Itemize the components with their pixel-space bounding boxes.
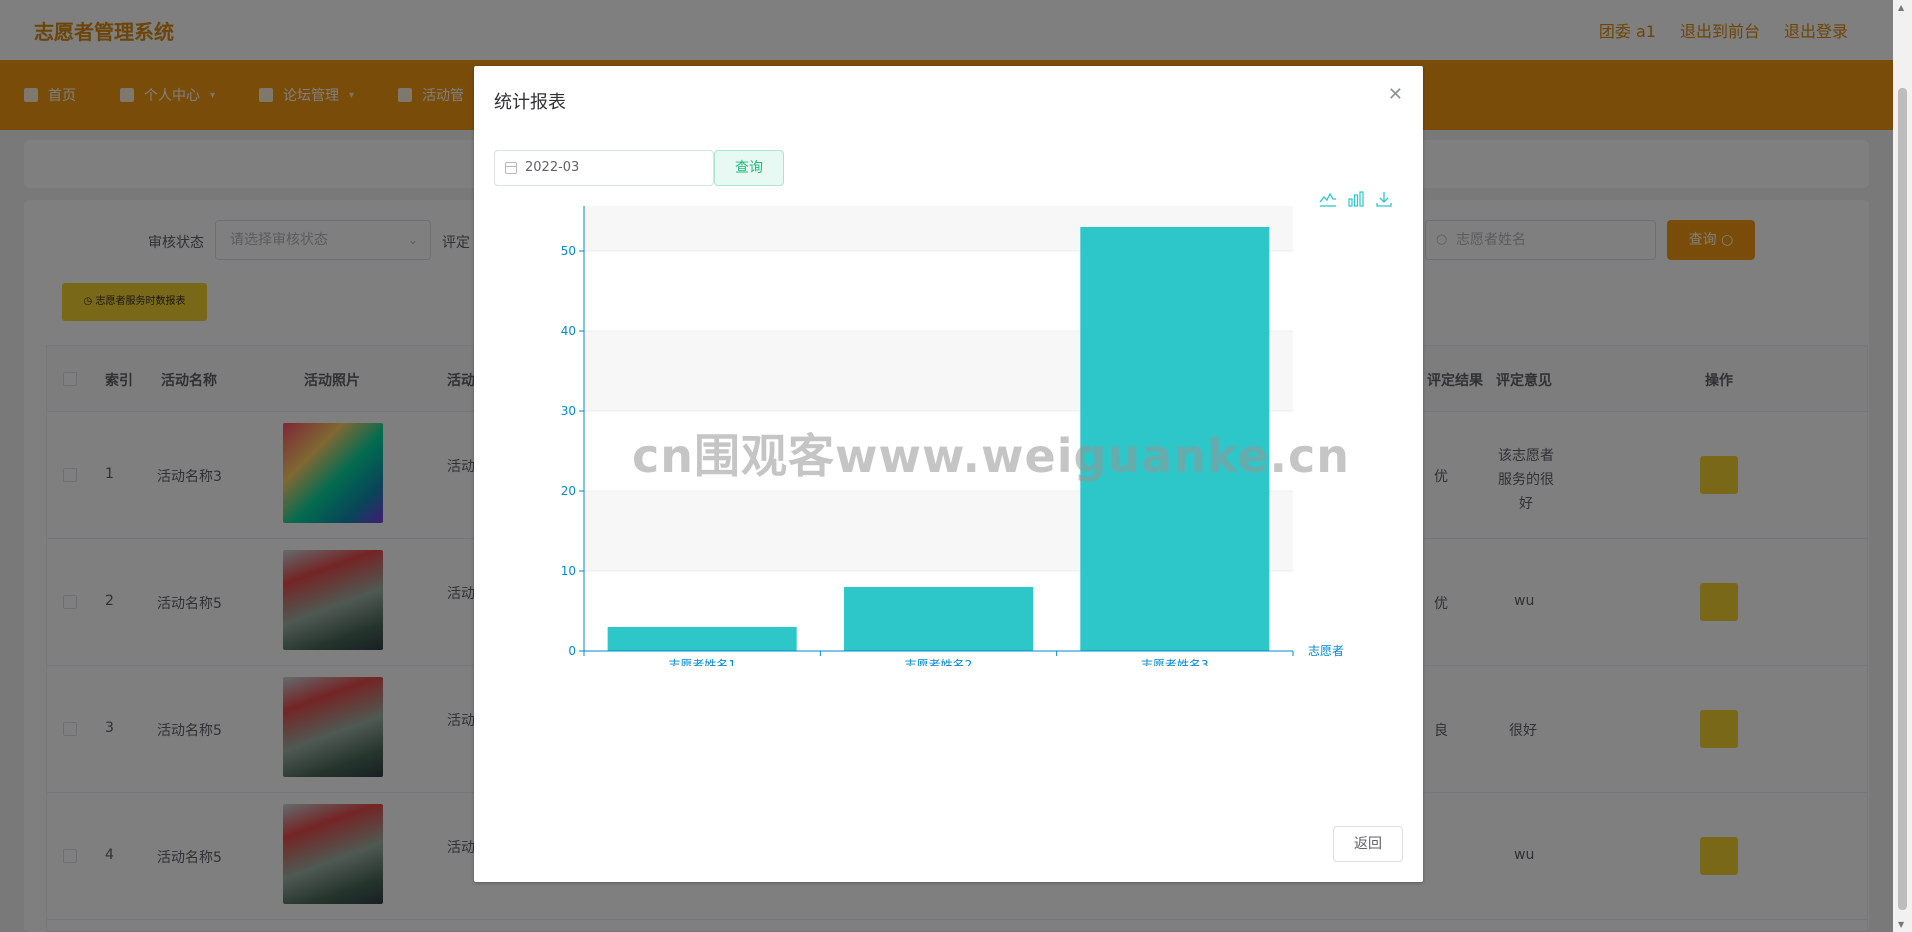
month-picker-input[interactable]: 2022-03 — [494, 150, 714, 186]
y-tick-label: 20 — [561, 484, 576, 498]
x-axis-title: 志愿者 — [1308, 644, 1344, 658]
dialog-title: 统计报表 — [494, 92, 566, 113]
close-icon[interactable]: ✕ — [1388, 84, 1403, 105]
x-tick-label: 志愿者姓名1 — [668, 657, 736, 666]
scrollbar-thumb[interactable] — [1898, 88, 1907, 910]
scroll-up-icon[interactable]: ▲ — [1898, 3, 1904, 12]
back-button[interactable]: 返回 — [1333, 826, 1403, 862]
month-value: 2022-03 — [525, 160, 580, 175]
dialog-query-button[interactable]: 查询 — [714, 150, 784, 186]
watermark-text: cn围观客www.weiguanke.cn — [632, 429, 1351, 483]
y-tick-label: 50 — [561, 244, 576, 258]
y-tick-label: 10 — [561, 564, 576, 578]
y-tick-label: 0 — [568, 644, 576, 658]
scroll-down-icon[interactable]: ▼ — [1898, 920, 1904, 929]
x-tick-label: 志愿者姓名2 — [905, 657, 973, 666]
y-tick-label: 40 — [561, 324, 576, 338]
chart-bar — [843, 587, 1034, 651]
x-tick-label: 志愿者姓名3 — [1141, 657, 1209, 666]
calendar-icon — [505, 162, 517, 174]
chart-bar — [607, 627, 797, 651]
y-tick-label: 30 — [561, 404, 576, 418]
page-scrollbar[interactable]: ▲ ▼ — [1893, 0, 1912, 932]
